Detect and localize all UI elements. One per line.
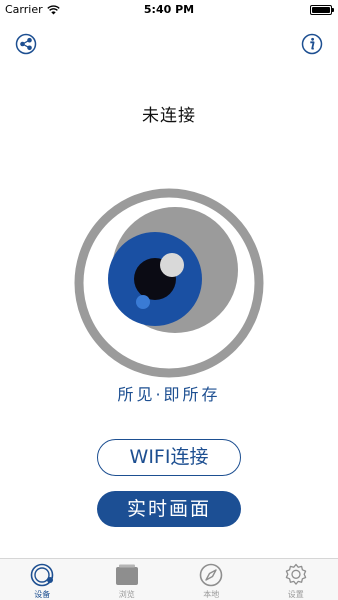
tab-device[interactable]: 设备 — [0, 559, 85, 600]
settings-icon — [285, 563, 306, 585]
share-button[interactable] — [15, 33, 37, 55]
tab-local[interactable]: 本地 — [169, 559, 254, 600]
info-icon — [301, 33, 323, 55]
highlight-small — [136, 295, 150, 309]
highlight-large — [160, 253, 184, 277]
share-icon — [15, 33, 37, 55]
tab-label: 设置 — [287, 590, 304, 599]
compass-icon — [199, 563, 223, 587]
tab-label: 浏览 — [118, 590, 135, 599]
tab-settings[interactable]: 设置 — [254, 559, 338, 600]
tab-label: 设备 — [34, 590, 51, 599]
info-button[interactable] — [301, 33, 323, 55]
status-time: 5:40 PM — [143, 3, 195, 16]
tab-label: 本地 — [203, 590, 220, 599]
gallery-icon — [115, 564, 138, 585]
tab-bar: 设备 浏览 本地 设置 — [0, 558, 338, 600]
wifi-connect-button[interactable]: WIFI连接 — [97, 439, 241, 476]
connection-status: 未连接 — [142, 106, 196, 126]
live-view-button[interactable]: 实时画面 — [97, 491, 241, 527]
camera-eye-logo — [74, 188, 264, 378]
battery-icon — [310, 5, 334, 15]
status-bar: Carrier 5:40 PM — [0, 0, 338, 20]
device-icon — [30, 563, 54, 587]
tab-browse[interactable]: 浏览 — [85, 559, 170, 600]
slogan: 所见·即所存 — [117, 385, 221, 404]
